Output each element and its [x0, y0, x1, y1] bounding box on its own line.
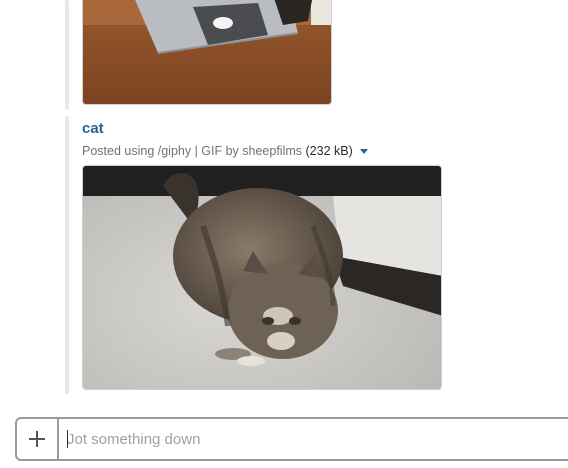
add-attachment-button[interactable]: [17, 419, 59, 459]
cat-gif-image[interactable]: [82, 165, 442, 390]
gif-title-link[interactable]: cat: [82, 120, 104, 137]
previous-gif-image[interactable]: [82, 0, 332, 105]
message-composer: [15, 417, 568, 461]
message-attachment-bar: [65, 0, 69, 110]
text-cursor: [67, 430, 68, 448]
plus-icon: [29, 431, 45, 447]
message-input[interactable]: [67, 428, 547, 450]
gif-meta: Posted using /giphy | GIF by sheepfilms …: [82, 144, 369, 158]
gif-source-text: Posted using /giphy | GIF by sheepfilms: [82, 144, 303, 158]
caret-down-icon[interactable]: [360, 149, 369, 155]
gif-size: (232 kB): [305, 144, 353, 158]
message-attachment-bar: [65, 116, 69, 394]
